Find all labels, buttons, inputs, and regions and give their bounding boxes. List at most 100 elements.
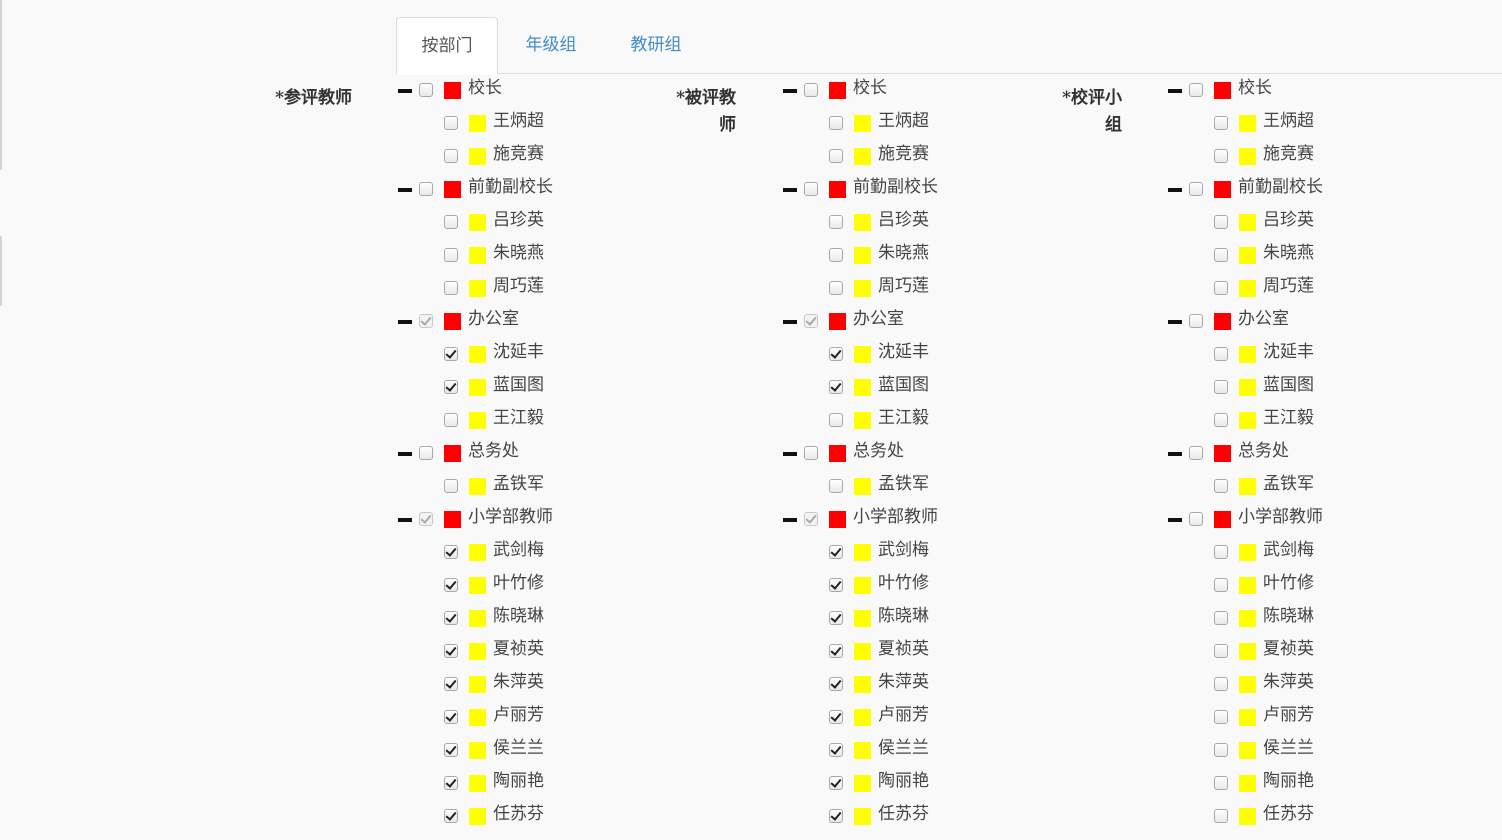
- member-label[interactable]: 陶丽艳: [878, 770, 929, 792]
- collapse-minus-icon[interactable]: [1168, 188, 1182, 192]
- group-label[interactable]: 校长: [1238, 77, 1272, 99]
- member-checkbox[interactable]: [829, 281, 843, 295]
- member-label[interactable]: 夏祯英: [878, 638, 929, 660]
- member-checkbox[interactable]: [1214, 248, 1228, 262]
- member-checkbox[interactable]: [829, 116, 843, 130]
- member-checkbox[interactable]: [829, 677, 843, 691]
- member-label[interactable]: 朱晓燕: [1263, 242, 1314, 264]
- member-checkbox[interactable]: [1214, 776, 1228, 790]
- member-checkbox[interactable]: [444, 677, 458, 691]
- member-checkbox[interactable]: [444, 281, 458, 295]
- group-label[interactable]: 总务处: [1238, 440, 1289, 462]
- member-label[interactable]: 周巧莲: [493, 275, 544, 297]
- member-label[interactable]: 侯兰兰: [878, 737, 929, 759]
- member-checkbox[interactable]: [829, 149, 843, 163]
- member-label[interactable]: 叶竹修: [493, 572, 544, 594]
- member-label[interactable]: 卢丽芳: [878, 704, 929, 726]
- member-checkbox[interactable]: [1214, 677, 1228, 691]
- tab-by-department[interactable]: 按部门: [396, 17, 498, 75]
- member-checkbox[interactable]: [1214, 149, 1228, 163]
- member-label[interactable]: 王炳超: [878, 110, 929, 132]
- member-checkbox[interactable]: [444, 644, 458, 658]
- member-label[interactable]: 孟铁军: [493, 473, 544, 495]
- member-checkbox[interactable]: [829, 644, 843, 658]
- member-checkbox[interactable]: [444, 809, 458, 823]
- group-checkbox[interactable]: [804, 446, 818, 460]
- collapse-minus-icon[interactable]: [1168, 452, 1182, 456]
- member-label[interactable]: 吕珍英: [1263, 209, 1314, 231]
- member-checkbox[interactable]: [1214, 545, 1228, 559]
- member-label[interactable]: 蓝国图: [1263, 374, 1314, 396]
- member-label[interactable]: 侯兰兰: [493, 737, 544, 759]
- member-checkbox[interactable]: [444, 248, 458, 262]
- member-checkbox[interactable]: [1214, 611, 1228, 625]
- member-checkbox[interactable]: [444, 578, 458, 592]
- tab-by-grade-group[interactable]: 年级组: [508, 17, 594, 73]
- member-checkbox[interactable]: [1214, 743, 1228, 757]
- member-checkbox[interactable]: [1214, 281, 1228, 295]
- member-label[interactable]: 沈延丰: [493, 341, 544, 363]
- member-checkbox[interactable]: [444, 149, 458, 163]
- group-checkbox[interactable]: [804, 83, 818, 97]
- member-label[interactable]: 周巧莲: [1263, 275, 1314, 297]
- group-label[interactable]: 办公室: [468, 308, 519, 330]
- group-label[interactable]: 前勤副校长: [468, 176, 553, 198]
- collapse-minus-icon[interactable]: [1168, 89, 1182, 93]
- member-checkbox[interactable]: [444, 215, 458, 229]
- member-checkbox[interactable]: [829, 743, 843, 757]
- group-checkbox[interactable]: [804, 182, 818, 196]
- member-checkbox[interactable]: [829, 611, 843, 625]
- group-label[interactable]: 校长: [468, 77, 502, 99]
- member-checkbox[interactable]: [829, 380, 843, 394]
- member-checkbox[interactable]: [1214, 578, 1228, 592]
- group-checkbox[interactable]: [1189, 314, 1203, 328]
- member-label[interactable]: 王江毅: [1263, 407, 1314, 429]
- member-label[interactable]: 王炳超: [1263, 110, 1314, 132]
- collapse-minus-icon[interactable]: [398, 188, 412, 192]
- member-checkbox[interactable]: [444, 611, 458, 625]
- member-label[interactable]: 夏祯英: [1263, 638, 1314, 660]
- collapse-minus-icon[interactable]: [398, 320, 412, 324]
- member-checkbox[interactable]: [444, 545, 458, 559]
- member-label[interactable]: 夏祯英: [493, 638, 544, 660]
- group-label[interactable]: 小学部教师: [468, 506, 553, 528]
- member-checkbox[interactable]: [1214, 809, 1228, 823]
- member-checkbox[interactable]: [829, 248, 843, 262]
- member-checkbox[interactable]: [829, 776, 843, 790]
- group-checkbox[interactable]: [1189, 446, 1203, 460]
- member-label[interactable]: 任苏芬: [1263, 803, 1314, 825]
- collapse-minus-icon[interactable]: [1168, 320, 1182, 324]
- member-label[interactable]: 卢丽芳: [1263, 704, 1314, 726]
- member-label[interactable]: 朱萍英: [1263, 671, 1314, 693]
- group-label[interactable]: 校长: [853, 77, 887, 99]
- member-checkbox[interactable]: [444, 710, 458, 724]
- group-checkbox[interactable]: [1189, 182, 1203, 196]
- member-checkbox[interactable]: [1214, 347, 1228, 361]
- group-label[interactable]: 前勤副校长: [1238, 176, 1323, 198]
- member-checkbox[interactable]: [1214, 215, 1228, 229]
- member-label[interactable]: 朱萍英: [878, 671, 929, 693]
- member-label[interactable]: 王江毅: [878, 407, 929, 429]
- member-label[interactable]: 朱晓燕: [878, 242, 929, 264]
- member-label[interactable]: 叶竹修: [1263, 572, 1314, 594]
- group-checkbox[interactable]: [1189, 83, 1203, 97]
- member-label[interactable]: 侯兰兰: [1263, 737, 1314, 759]
- member-checkbox[interactable]: [444, 743, 458, 757]
- tab-by-research-group[interactable]: 教研组: [616, 17, 696, 73]
- member-label[interactable]: 蓝国图: [878, 374, 929, 396]
- member-checkbox[interactable]: [1214, 479, 1228, 493]
- group-label[interactable]: 总务处: [853, 440, 904, 462]
- member-checkbox[interactable]: [444, 479, 458, 493]
- member-checkbox[interactable]: [1214, 644, 1228, 658]
- member-label[interactable]: 武剑梅: [1263, 539, 1314, 561]
- member-label[interactable]: 吕珍英: [878, 209, 929, 231]
- member-label[interactable]: 陶丽艳: [493, 770, 544, 792]
- member-label[interactable]: 叶竹修: [878, 572, 929, 594]
- member-label[interactable]: 陈晓琳: [493, 605, 544, 627]
- collapse-minus-icon[interactable]: [783, 320, 797, 324]
- member-checkbox[interactable]: [829, 347, 843, 361]
- member-checkbox[interactable]: [829, 710, 843, 724]
- member-label[interactable]: 朱萍英: [493, 671, 544, 693]
- member-checkbox[interactable]: [444, 116, 458, 130]
- group-checkbox[interactable]: [1189, 512, 1203, 526]
